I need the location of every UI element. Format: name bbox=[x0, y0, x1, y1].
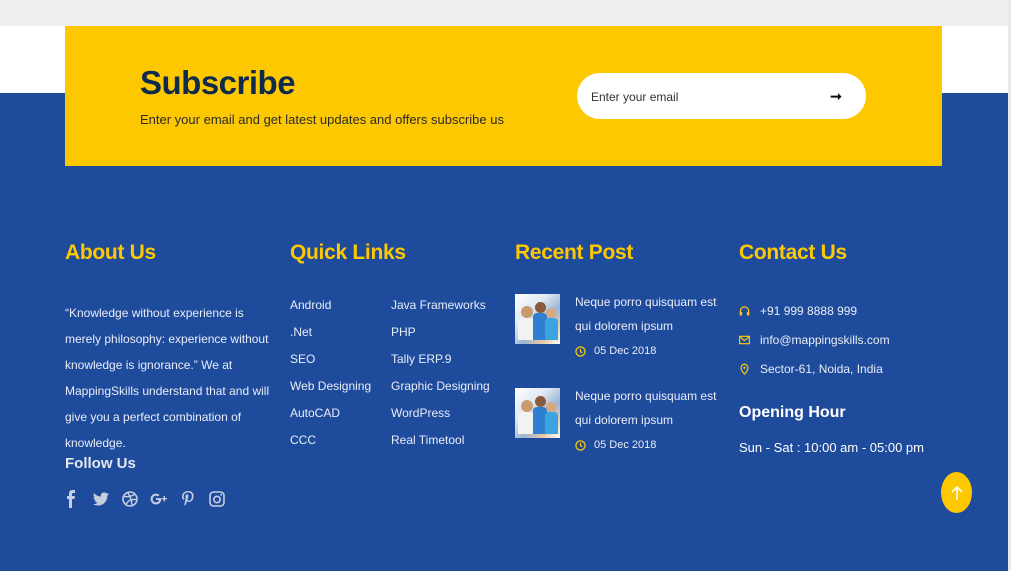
back-to-top-button[interactable] bbox=[941, 472, 972, 513]
quick-link-web-designing[interactable]: Web Designing bbox=[290, 379, 371, 393]
list-item: PHP bbox=[391, 323, 490, 350]
email-input[interactable] bbox=[591, 87, 811, 107]
list-item: .Net bbox=[290, 323, 371, 350]
list-item: Real Timetool bbox=[391, 431, 490, 458]
quick-link-ccc[interactable]: CCC bbox=[290, 433, 316, 447]
quick-link-android[interactable]: Android bbox=[290, 298, 331, 312]
list-item: Web Designing bbox=[290, 377, 371, 404]
post-date: 05 Dec 2018 bbox=[575, 439, 656, 451]
list-item: Graphic Designing bbox=[391, 377, 490, 404]
envelope-icon bbox=[739, 335, 750, 345]
list-item: SEO bbox=[290, 350, 371, 377]
contact-title: Contact Us bbox=[739, 241, 847, 264]
contact-email-link[interactable]: info@mappingskills.com bbox=[760, 333, 890, 347]
twitter-icon[interactable] bbox=[92, 490, 110, 508]
clock-icon bbox=[575, 439, 586, 451]
post-date-text: 05 Dec 2018 bbox=[594, 345, 657, 357]
map-pin-icon bbox=[740, 363, 749, 375]
post-title-link[interactable]: Neque porro quisquam est qui dolorem ips… bbox=[575, 384, 725, 432]
quick-links-list-right: Java Frameworks PHP Tally ERP.9 Graphic … bbox=[391, 296, 490, 458]
quick-links-list-left: Android .Net SEO Web Designing AutoCAD C… bbox=[290, 296, 371, 458]
contact-email: info@mappingskills.com bbox=[739, 333, 890, 347]
instagram-icon[interactable] bbox=[208, 490, 226, 508]
recent-post-title: Recent Post bbox=[515, 241, 634, 264]
list-item: Tally ERP.9 bbox=[391, 350, 490, 377]
post-thumbnail[interactable] bbox=[515, 388, 560, 438]
quick-link-graphic-designing[interactable]: Graphic Designing bbox=[391, 379, 490, 393]
about-text: “Knowledge without experience is merely … bbox=[65, 306, 270, 450]
quick-link-dotnet[interactable]: .Net bbox=[290, 325, 312, 339]
quick-link-php[interactable]: PHP bbox=[391, 325, 416, 339]
pinterest-icon[interactable] bbox=[179, 490, 197, 508]
social-links bbox=[63, 490, 226, 508]
quick-link-seo[interactable]: SEO bbox=[290, 352, 315, 366]
headphones-icon bbox=[739, 306, 750, 316]
opening-hour-title: Opening Hour bbox=[739, 404, 846, 421]
list-item: WordPress bbox=[391, 404, 490, 431]
quick-link-wordpress[interactable]: WordPress bbox=[391, 406, 450, 420]
follow-title: Follow Us bbox=[65, 455, 136, 472]
post-thumbnail[interactable] bbox=[515, 294, 560, 344]
quick-link-java-frameworks[interactable]: Java Frameworks bbox=[391, 298, 486, 312]
quick-link-real-timetool[interactable]: Real Timetool bbox=[391, 433, 464, 447]
list-item: AutoCAD bbox=[290, 404, 371, 431]
quick-links-title: Quick Links bbox=[290, 241, 406, 264]
contact-phone-text: +91 999 8888 999 bbox=[760, 304, 858, 318]
list-item: Android bbox=[290, 296, 371, 323]
contact-address-text: Sector-61, Noida, India bbox=[760, 362, 883, 376]
list-item: CCC bbox=[290, 431, 371, 458]
post-title-link[interactable]: Neque porro quisquam est qui dolorem ips… bbox=[575, 290, 725, 338]
contact-phone: +91 999 8888 999 bbox=[739, 304, 857, 318]
arrow-right-icon: ➞ bbox=[830, 87, 842, 104]
quick-link-tally[interactable]: Tally ERP.9 bbox=[391, 352, 451, 366]
about-title: About Us bbox=[65, 241, 156, 264]
email-form: ➞ bbox=[577, 73, 866, 119]
subscribe-banner: Subscribe Enter your email and get lates… bbox=[65, 26, 942, 166]
post-date-text: 05 Dec 2018 bbox=[594, 439, 657, 451]
post-date: 05 Dec 2018 bbox=[575, 345, 656, 357]
list-item: Java Frameworks bbox=[391, 296, 490, 323]
top-strip bbox=[0, 0, 1011, 26]
facebook-icon[interactable] bbox=[63, 490, 81, 508]
subscribe-title: Subscribe bbox=[140, 64, 296, 101]
clock-icon bbox=[575, 345, 586, 357]
subscribe-submit-button[interactable]: ➞ bbox=[824, 85, 848, 107]
dribbble-icon[interactable] bbox=[121, 490, 139, 508]
contact-address: Sector-61, Noida, India bbox=[739, 362, 883, 376]
arrow-up-icon bbox=[950, 485, 963, 500]
quick-link-autocad[interactable]: AutoCAD bbox=[290, 406, 340, 420]
subscribe-description: Enter your email and get latest updates … bbox=[140, 112, 504, 127]
opening-hours-text: Sun - Sat : 10:00 am - 05:00 pm bbox=[739, 440, 924, 455]
google-plus-icon[interactable] bbox=[150, 490, 168, 508]
